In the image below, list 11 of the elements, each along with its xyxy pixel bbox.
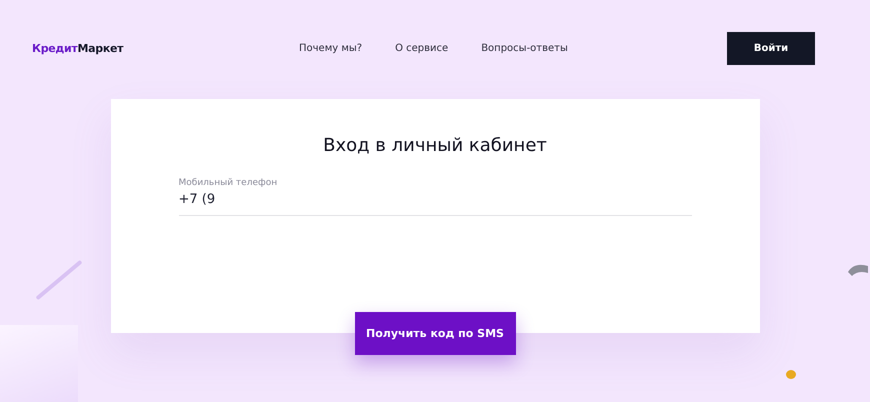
login-button[interactable]: Войти: [727, 32, 815, 64]
nav-link[interactable]: Вопросы-ответы: [481, 42, 568, 54]
nav-link[interactable]: Почему мы?: [299, 42, 362, 54]
get-sms-code-button[interactable]: Получить код по SMS: [354, 312, 516, 355]
coin-icon: [786, 370, 796, 379]
phone-label: Мобильный телефон: [178, 178, 278, 188]
logo[interactable]: КредитМаркет: [32, 42, 262, 54]
arc-decoration: [846, 262, 870, 278]
card-title: Вход в личный кабинет: [322, 135, 548, 156]
phone-field[interactable]: +7 (9: [178, 188, 692, 216]
nav-link[interactable]: О сервисе: [395, 42, 448, 54]
